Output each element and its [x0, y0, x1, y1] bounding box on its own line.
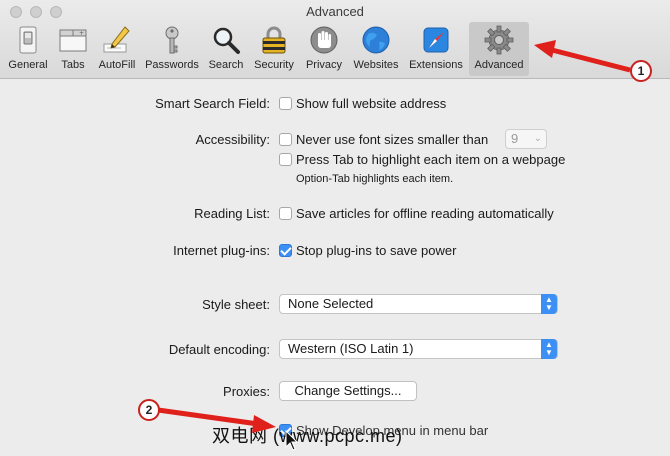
preferences-window: Advanced General + Tabs AutoFill Passwor… [0, 0, 670, 456]
callout-badge-2: 2 [138, 399, 160, 421]
arrow-2-shaft [157, 407, 259, 427]
arrow-1-shaft [551, 47, 631, 73]
arrow-1-head [534, 40, 556, 58]
annotation-arrows [157, 40, 631, 433]
arrow-2-head [252, 415, 276, 433]
callout-badge-1: 1 [630, 60, 652, 82]
